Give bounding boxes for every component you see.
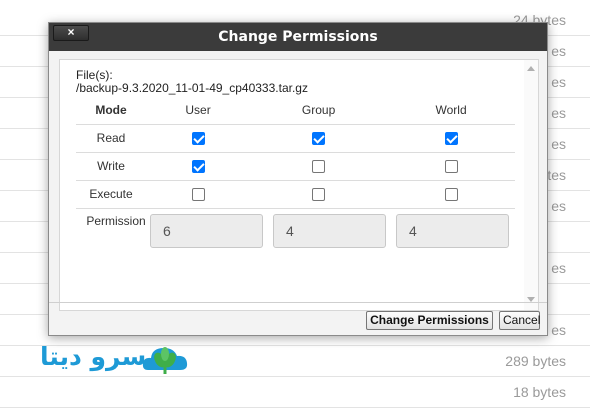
read-group-checkbox[interactable]: [312, 132, 326, 146]
dialog-content-panel: File(s): /backup-9.3.2020_11-01-49_cp403…: [59, 59, 539, 311]
file-size: es: [551, 105, 566, 121]
tree-cloud-logo-icon: [142, 347, 188, 374]
file-row[interactable]: 18 bytes: [0, 377, 590, 408]
permissions-table: Mode User Group World Read Write Execute: [76, 96, 515, 209]
footer-divider: [49, 302, 547, 303]
file-size: 18 bytes: [513, 384, 566, 400]
close-button[interactable]: ×: [53, 25, 89, 41]
cancel-button[interactable]: Cancel: [499, 311, 540, 330]
watermark-logo-text: سرو دیتا: [40, 342, 146, 371]
file-size: es: [551, 43, 566, 59]
file-name: /backup-9.3.2020_11-01-49_cp40333.tar.gz: [76, 81, 308, 95]
column-header-group: Group: [250, 96, 388, 125]
dialog-title: Change Permissions: [218, 29, 378, 45]
write-world-checkbox[interactable]: [444, 160, 458, 174]
permission-user-value: 6: [150, 214, 263, 248]
change-permissions-button[interactable]: Change Permissions: [366, 311, 493, 330]
row-label-read: Read: [76, 124, 146, 153]
permissions-header-row: Mode User Group World: [76, 96, 515, 125]
file-size: es: [551, 74, 566, 90]
row-label-execute: Execute: [76, 180, 146, 209]
execute-group-checkbox[interactable]: [312, 188, 326, 202]
execute-user-checkbox[interactable]: [191, 188, 205, 202]
file-size: es: [551, 198, 566, 214]
permission-group-value: 4: [273, 214, 386, 248]
execute-world-checkbox[interactable]: [444, 188, 458, 202]
file-size: 289 bytes: [505, 353, 566, 369]
permission-world-value: 4: [396, 214, 509, 248]
write-group-checkbox[interactable]: [312, 160, 326, 174]
permission-row-read: Read: [76, 124, 515, 153]
scroll-up-arrow-icon[interactable]: [527, 66, 535, 71]
vertical-scrollbar[interactable]: [524, 60, 538, 310]
permission-row-write: Write: [76, 152, 515, 181]
column-header-world: World: [387, 96, 515, 125]
dialog-titlebar[interactable]: × Change Permissions: [49, 23, 547, 51]
permission-row-execute: Execute: [76, 180, 515, 209]
close-icon: ×: [67, 25, 75, 39]
change-permissions-dialog: × Change Permissions File(s): /backup-9.…: [48, 22, 548, 336]
row-label-write: Write: [76, 152, 146, 181]
read-world-checkbox[interactable]: [444, 132, 458, 146]
column-header-mode: Mode: [76, 96, 146, 125]
file-size: es: [551, 136, 566, 152]
watermark-text: سرو دیتا: [40, 342, 147, 371]
files-label: File(s):: [76, 68, 113, 82]
file-size: es: [551, 260, 566, 276]
column-header-user: User: [146, 96, 251, 125]
file-size: es: [551, 322, 566, 338]
permission-label: Permission: [86, 214, 146, 228]
read-user-checkbox[interactable]: [191, 132, 205, 146]
write-user-checkbox[interactable]: [191, 160, 205, 174]
